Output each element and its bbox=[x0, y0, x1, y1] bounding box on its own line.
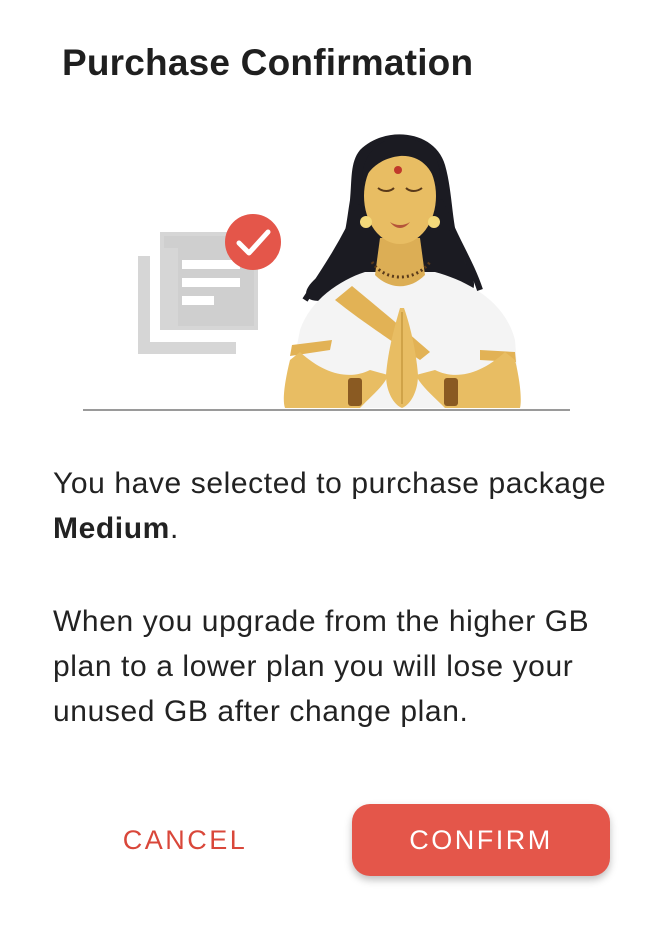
purchase-confirmation-dialog: Purchase Confirmation You have selected … bbox=[0, 0, 654, 942]
selection-suffix: . bbox=[169, 512, 179, 545]
confirmation-illustration bbox=[83, 134, 570, 411]
greeting-woman-figure bbox=[283, 134, 521, 408]
selection-message: You have selected to purchase package Me… bbox=[53, 461, 623, 551]
package-name: Medium bbox=[53, 512, 170, 545]
dialog-title: Purchase Confirmation bbox=[62, 42, 474, 83]
confirm-button[interactable]: CONFIRM bbox=[352, 804, 610, 876]
downgrade-warning-message: When you upgrade from the higher GB plan… bbox=[53, 605, 590, 728]
check-badge-icon bbox=[225, 214, 281, 270]
selection-prefix: You have selected to purchase package bbox=[53, 467, 607, 500]
cancel-button[interactable]: CANCEL bbox=[100, 808, 270, 872]
